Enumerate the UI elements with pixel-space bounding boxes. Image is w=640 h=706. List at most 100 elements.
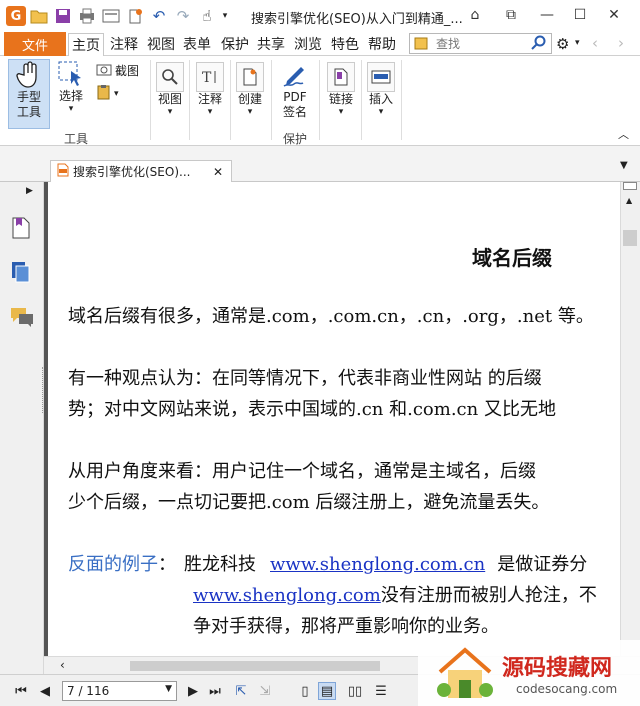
settings-gear-icon[interactable]: ⚙ bbox=[556, 35, 569, 53]
annotate-label: 注释 bbox=[197, 92, 222, 106]
tab-form[interactable]: 表单 bbox=[180, 32, 214, 56]
previous-page-icon[interactable]: ◀ bbox=[36, 682, 54, 700]
tab-list-dropdown-icon[interactable]: ▼ bbox=[620, 160, 628, 171]
clipboard-icon bbox=[96, 84, 112, 103]
link-dropdown-icon: ▾ bbox=[338, 107, 344, 117]
search-icon[interactable] bbox=[531, 35, 547, 55]
document-tab[interactable]: 搜索引擎优化(SEO)... ✕ bbox=[50, 160, 232, 182]
properties-icon[interactable] bbox=[100, 5, 122, 27]
tab-share[interactable]: 共享 bbox=[254, 32, 288, 56]
search-book-icon bbox=[414, 36, 430, 55]
scroll-up-icon[interactable]: ▲ bbox=[626, 196, 632, 205]
tab-view[interactable]: 视图 bbox=[144, 32, 178, 56]
maximize-button[interactable]: ☐ bbox=[569, 4, 591, 26]
app-logo-icon[interactable]: G bbox=[6, 6, 26, 26]
ribbon: 手型 工具 选择 ▾ 截图 ▾ 工具 视图 ▾ T 注释 ▾ 创建 ▾ PDF … bbox=[0, 56, 640, 146]
file-menu[interactable]: 文件 bbox=[4, 32, 66, 56]
collapse-ribbon-icon[interactable]: ︿ bbox=[618, 126, 629, 142]
close-tab-icon[interactable]: ✕ bbox=[213, 165, 223, 179]
expand-panel-icon[interactable]: ▶ bbox=[26, 186, 33, 196]
pdf-sign-button[interactable]: PDF 签名 bbox=[276, 60, 314, 120]
annotate-button[interactable]: T 注释 ▾ bbox=[194, 62, 226, 117]
clipboard-dropdown-icon: ▾ bbox=[114, 88, 119, 99]
tab-browse[interactable]: 浏览 bbox=[291, 32, 325, 56]
customize-dropdown-icon[interactable]: ▾ bbox=[220, 5, 230, 27]
undo-icon[interactable]: ↶ bbox=[148, 5, 170, 27]
new-icon[interactable] bbox=[124, 5, 146, 27]
settings-dropdown-icon[interactable]: ▾ bbox=[575, 38, 580, 48]
watermark-brand: 源码搜藏网 bbox=[502, 656, 613, 681]
pdf-sign-label-line1: PDF bbox=[283, 90, 307, 104]
search-input[interactable] bbox=[436, 36, 536, 51]
url-link-1[interactable]: www.shenglong.com.cn bbox=[270, 554, 485, 575]
tab-home[interactable]: 主页 bbox=[68, 33, 104, 57]
example-line-1: 反面的例子： 胜龙科技 www.shenglong.com.cn 是做证券分 bbox=[68, 550, 587, 576]
snapshot-button[interactable]: 截图 bbox=[96, 62, 142, 79]
page-dropdown-icon[interactable]: ▼ bbox=[165, 684, 172, 694]
document-view[interactable]: 域名后缀 域名后缀有很多，通常是.com，.com.cn，.cn，.org，.n… bbox=[44, 182, 620, 656]
comments-panel-icon[interactable] bbox=[10, 306, 34, 330]
create-button[interactable]: 创建 ▾ bbox=[234, 62, 266, 117]
single-page-icon[interactable]: ▯ bbox=[296, 682, 314, 700]
tile-icon[interactable]: ⧉ bbox=[500, 4, 522, 26]
clipboard-button[interactable]: ▾ bbox=[96, 84, 119, 103]
next-view-icon[interactable]: ⇲ bbox=[256, 682, 274, 700]
vertical-scrollbar[interactable]: ▲ bbox=[620, 182, 640, 656]
vertical-scroll-thumb[interactable] bbox=[623, 230, 637, 246]
navigation-panel: ▶ bbox=[0, 182, 45, 674]
scroll-left-icon[interactable]: ‹ bbox=[60, 658, 65, 672]
watermark: 源码搜藏网 codesocang.com bbox=[418, 640, 640, 706]
bookmark-panel-icon[interactable] bbox=[10, 216, 34, 240]
pdf-file-icon bbox=[57, 163, 69, 180]
hand-tool-label-line1: 手型 bbox=[16, 90, 41, 104]
ribbon-divider bbox=[361, 60, 362, 140]
view-button[interactable]: 视图 ▾ bbox=[155, 62, 185, 117]
page-number-field[interactable]: 7 / 116 ▼ bbox=[62, 681, 177, 701]
insert-label: 插入 bbox=[368, 92, 393, 106]
previous-view-icon[interactable]: ⇱ bbox=[232, 682, 250, 700]
select-label: 选择 bbox=[58, 89, 83, 103]
insert-button[interactable]: 插入 ▾ bbox=[365, 62, 397, 117]
magnifier-icon bbox=[156, 62, 184, 92]
tab-features[interactable]: 特色 bbox=[328, 32, 362, 56]
example-text-2: 没有注册而被别人抢注，不 bbox=[380, 585, 597, 606]
minimize-button[interactable]: — bbox=[536, 4, 558, 26]
open-icon[interactable] bbox=[28, 5, 50, 27]
tab-help[interactable]: 帮助 bbox=[365, 32, 399, 56]
example-text-1: 是做证券分 bbox=[497, 554, 588, 575]
paragraph-3-line-1: 从用户角度来看：用户记住一个域名，通常是主域名，后缀 bbox=[68, 461, 536, 482]
protect-group-label: 保护 bbox=[283, 132, 308, 146]
continuous-page-icon[interactable]: ▤ bbox=[318, 682, 336, 700]
url-link-2[interactable]: www.shenglong.com bbox=[193, 585, 381, 606]
continuous-facing-icon[interactable]: ☰ bbox=[372, 682, 390, 700]
horizontal-scroll-thumb[interactable] bbox=[130, 661, 380, 671]
print-icon[interactable] bbox=[76, 5, 98, 27]
redo-icon[interactable]: ↷ bbox=[172, 5, 194, 27]
view-label: 视图 bbox=[157, 92, 182, 106]
first-page-icon[interactable]: ⏮ bbox=[12, 682, 30, 700]
company-name: 胜龙科技 bbox=[184, 554, 256, 575]
ribbon-divider bbox=[401, 60, 402, 140]
facing-pages-icon[interactable]: ▯▯ bbox=[346, 682, 364, 700]
ribbon-divider bbox=[189, 60, 190, 140]
forward-arrow-icon[interactable]: › bbox=[618, 34, 624, 52]
insert-dropdown-icon: ▾ bbox=[378, 107, 384, 117]
hand-dropdown-icon[interactable]: ☝ bbox=[196, 5, 218, 27]
last-page-icon[interactable]: ⏭ bbox=[206, 682, 224, 700]
select-tool-button[interactable]: 选择 ▾ bbox=[54, 59, 88, 129]
tab-comment[interactable]: 注释 bbox=[108, 32, 140, 56]
hand-tool-button[interactable]: 手型 工具 bbox=[8, 59, 50, 129]
annotate-dropdown-icon: ▾ bbox=[207, 107, 213, 117]
split-handle[interactable] bbox=[623, 182, 637, 190]
counter-example-colon: ： bbox=[158, 554, 176, 575]
next-page-icon[interactable]: ▶ bbox=[184, 682, 202, 700]
tab-protect[interactable]: 保护 bbox=[218, 32, 252, 56]
restore-ribbon-icon[interactable]: ⌂ bbox=[464, 4, 486, 26]
back-arrow-icon[interactable]: ‹ bbox=[592, 34, 598, 52]
hand-tool-label-line2: 工具 bbox=[16, 105, 41, 119]
link-button[interactable]: 链接 ▾ bbox=[325, 62, 357, 117]
house-logo-icon bbox=[434, 646, 496, 706]
pages-panel-icon[interactable] bbox=[10, 260, 34, 284]
close-button[interactable]: ✕ bbox=[603, 4, 625, 26]
save-icon[interactable] bbox=[52, 5, 74, 27]
